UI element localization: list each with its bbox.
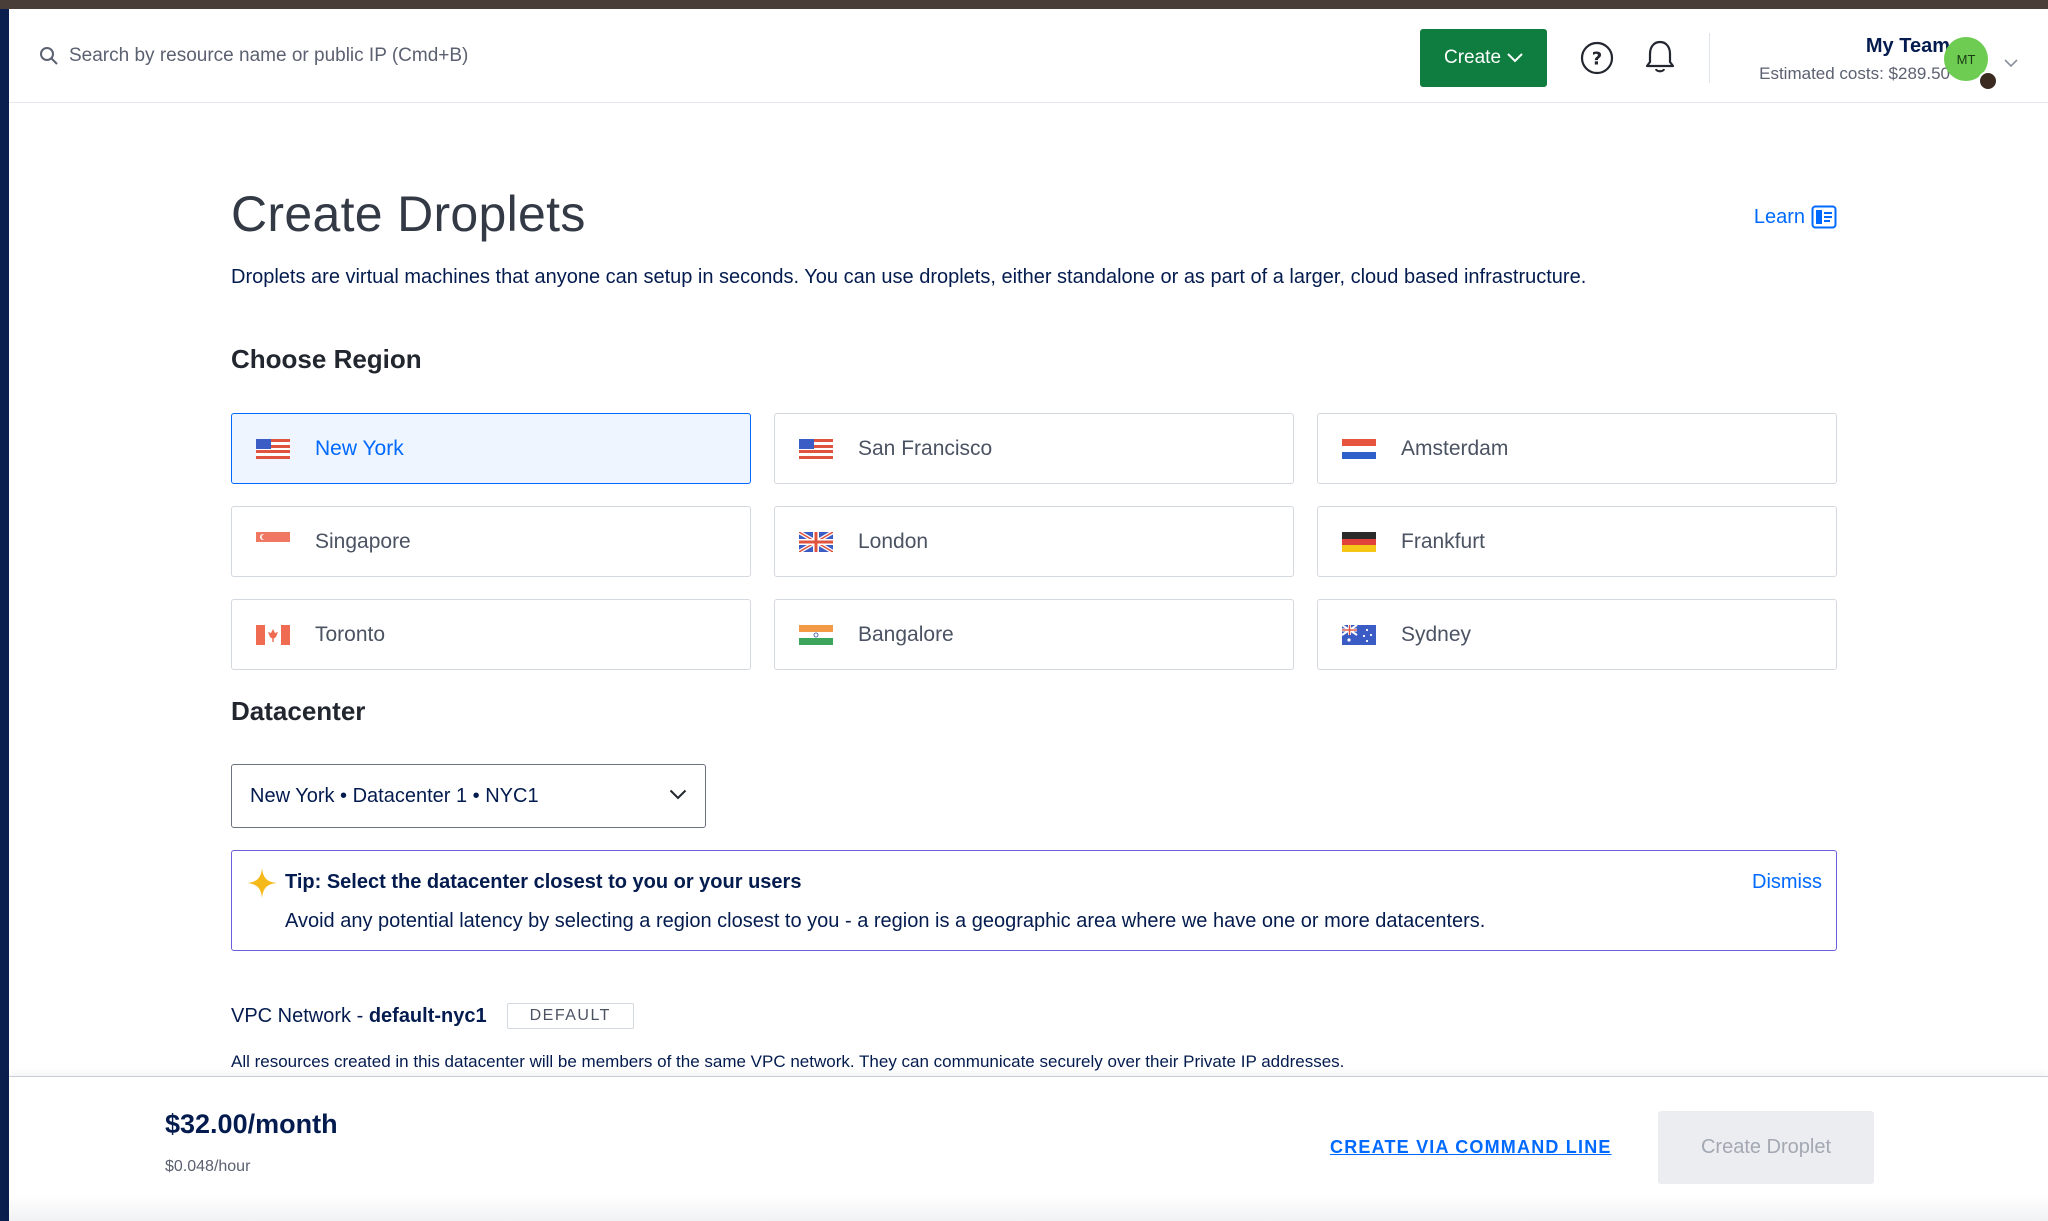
region-label: Bangalore <box>858 622 954 646</box>
region-label: London <box>858 529 929 553</box>
chevron-down-icon[interactable] <box>2004 59 2018 68</box>
vpc-name: default-nyc1 <box>368 1004 487 1027</box>
footer-fade <box>9 1195 2048 1221</box>
vpc-label: VPC Network - <box>231 1004 369 1027</box>
de-flag-icon <box>1342 531 1376 552</box>
page-title: Create Droplets <box>231 186 586 242</box>
avatar-initials: MT <box>1956 51 1976 67</box>
region-label: San Francisco <box>858 436 993 460</box>
document-icon <box>1811 205 1837 229</box>
create-via-command-line-link[interactable]: CREATE VIA COMMAND LINE <box>1330 1137 1612 1158</box>
uk-flag-icon <box>799 531 833 552</box>
search-input[interactable] <box>69 45 629 67</box>
region-option-san-francisco[interactable]: San Francisco <box>774 413 1294 484</box>
region-label: Frankfurt <box>1401 529 1486 553</box>
choose-region-heading: Choose Region <box>231 344 422 374</box>
dismiss-link[interactable]: Dismiss <box>1716 871 1836 894</box>
chevron-down-icon <box>669 789 687 800</box>
datacenter-selected-value: New York • Datacenter 1 • NYC1 <box>250 784 539 807</box>
create-menu-button[interactable]: Create <box>1420 29 1547 87</box>
search-bar[interactable] <box>39 9 629 103</box>
default-badge: DEFAULT <box>506 1003 634 1029</box>
user-avatar-mini <box>1978 71 1998 91</box>
sg-flag-icon <box>256 531 290 552</box>
region-option-new-york[interactable]: New York <box>231 413 751 484</box>
create-button-label: Create <box>1443 47 1502 68</box>
ca-flag-icon <box>256 624 290 645</box>
region-option-london[interactable]: London <box>774 506 1294 577</box>
datacenter-heading: Datacenter <box>231 696 366 726</box>
region-option-sydney[interactable]: Sydney <box>1317 599 1837 670</box>
header-divider <box>1709 33 1710 83</box>
chevron-down-icon <box>1507 53 1523 63</box>
sparkle-icon <box>247 868 277 898</box>
tip-body: Avoid any potential latency by selecting… <box>285 910 1486 932</box>
vpc-network-row: VPC Network - default-nyc1 DEFAULT <box>231 1003 634 1029</box>
page-intro: Droplets are virtual machines that anyon… <box>231 266 1587 288</box>
region-label: Singapore <box>315 529 411 553</box>
au-flag-icon <box>1342 624 1376 645</box>
bell-icon[interactable] <box>1644 39 1676 75</box>
hourly-price: $0.048/hour <box>165 1158 251 1175</box>
help-icon[interactable]: ? <box>1580 41 1614 75</box>
estimated-costs: Estimated costs: $289.50 <box>1759 64 1950 83</box>
create-droplet-button[interactable]: Create Droplet <box>1658 1111 1874 1184</box>
vpc-note: All resources created in this datacenter… <box>231 1052 1345 1071</box>
tip-banner: Tip: Select the datacenter closest to yo… <box>231 850 1837 951</box>
in-flag-icon <box>799 624 833 645</box>
region-label: Amsterdam <box>1401 436 1509 460</box>
region-label: New York <box>315 436 404 460</box>
us-flag-icon <box>799 438 833 459</box>
us-flag-icon <box>256 438 290 459</box>
region-grid: New York San Francisco Amsterdam Singapo… <box>231 413 1837 670</box>
region-label: Sydney <box>1401 622 1472 646</box>
region-option-amsterdam[interactable]: Amsterdam <box>1317 413 1837 484</box>
price-footer: $32.00/month $0.048/hour CREATE VIA COMM… <box>9 1076 2048 1221</box>
learn-link[interactable]: Learn <box>1754 205 1837 229</box>
left-nav-rail <box>0 9 9 1221</box>
region-label: Toronto <box>315 622 386 646</box>
datacenter-select[interactable]: New York • Datacenter 1 • NYC1 <box>231 764 706 828</box>
svg-text:?: ? <box>1592 49 1602 70</box>
tip-title: Tip: Select the datacenter closest to yo… <box>285 871 802 893</box>
top-header: Create ? My Team Estimated costs: $289.5… <box>9 9 2048 103</box>
learn-label: Learn <box>1753 205 1805 228</box>
region-option-toronto[interactable]: Toronto <box>231 599 751 670</box>
region-option-singapore[interactable]: Singapore <box>231 506 751 577</box>
team-name: My Team <box>1865 35 1950 57</box>
nl-flag-icon <box>1342 438 1376 459</box>
region-option-frankfurt[interactable]: Frankfurt <box>1317 506 1837 577</box>
monthly-price: $32.00/month <box>165 1109 338 1139</box>
team-info[interactable]: My Team Estimated costs: $289.50 <box>1759 35 1950 84</box>
search-icon <box>40 47 58 65</box>
window-top-strip <box>0 0 2048 9</box>
region-option-bangalore[interactable]: Bangalore <box>774 599 1294 670</box>
